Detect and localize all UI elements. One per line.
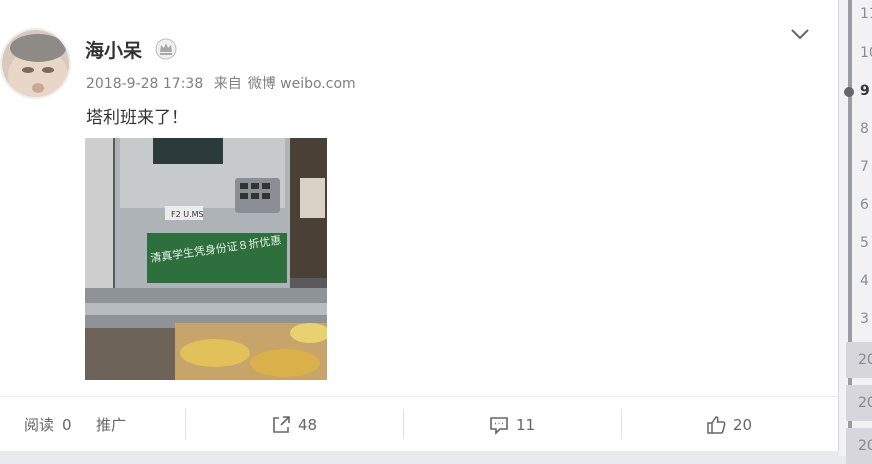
divider <box>185 409 186 439</box>
comment-icon <box>490 416 508 435</box>
avatar[interactable] <box>0 28 71 99</box>
post-source[interactable]: 微博 weibo.com <box>248 76 356 92</box>
username[interactable]: 海小呆 <box>85 36 142 63</box>
promote-button[interactable]: 推广 <box>96 397 126 452</box>
thumbs-up-icon <box>707 415 726 434</box>
source-prefix: 来自 <box>213 76 242 92</box>
timeline-year[interactable]: 20 <box>846 385 872 421</box>
post-meta: 2018-9-28 17:38 来自 微博 weibo.com <box>86 73 362 93</box>
comment-button[interactable]: 11 <box>488 397 535 452</box>
timeline-month[interactable]: 10 <box>860 45 872 61</box>
timeline-month[interactable]: 11 <box>860 6 872 22</box>
share-button[interactable]: 48 <box>270 397 317 452</box>
share-count: 48 <box>298 415 318 434</box>
read-label: 阅读 <box>24 416 55 434</box>
device-label: F2 U.MS <box>171 210 204 219</box>
timeline-month[interactable]: 5 <box>860 235 869 251</box>
timeline-current-dot <box>844 87 854 97</box>
post-actions-bar: 阅读 0 推广 48 11 20 <box>0 396 838 452</box>
chevron-down-icon[interactable] <box>788 24 812 44</box>
timeline-month[interactable]: 4 <box>860 273 869 289</box>
timeline-year[interactable]: 20 <box>846 342 872 378</box>
timeline-month[interactable]: 7 <box>860 159 869 175</box>
timeline-month[interactable]: 8 <box>860 121 869 137</box>
read-count: 阅读 0 <box>24 397 72 452</box>
share-icon <box>273 415 290 433</box>
post-image[interactable]: F2 U.MS 清真学生凭身份证８折优惠 <box>85 138 327 380</box>
weibo-post-card: 海小呆 2018-9-28 17:38 来自 微博 weibo.com 塔利班来了… <box>0 0 839 451</box>
timeline-year[interactable]: 20 <box>846 428 872 464</box>
post-time[interactable]: 2018-9-28 17:38 <box>86 76 203 92</box>
crown-icon <box>155 38 177 60</box>
comment-count: 11 <box>516 415 536 434</box>
timeline-month-active[interactable]: 9 <box>860 83 870 99</box>
timeline-month[interactable]: 6 <box>860 197 869 213</box>
timeline-month[interactable]: 3 <box>860 311 869 327</box>
read-count-value: 0 <box>62 415 72 434</box>
promote-label: 推广 <box>96 416 127 434</box>
post-text: 塔利班来了！ <box>86 108 188 128</box>
divider <box>621 409 622 439</box>
like-button[interactable]: 20 <box>705 397 752 452</box>
like-count: 20 <box>733 415 753 434</box>
divider <box>403 409 404 439</box>
